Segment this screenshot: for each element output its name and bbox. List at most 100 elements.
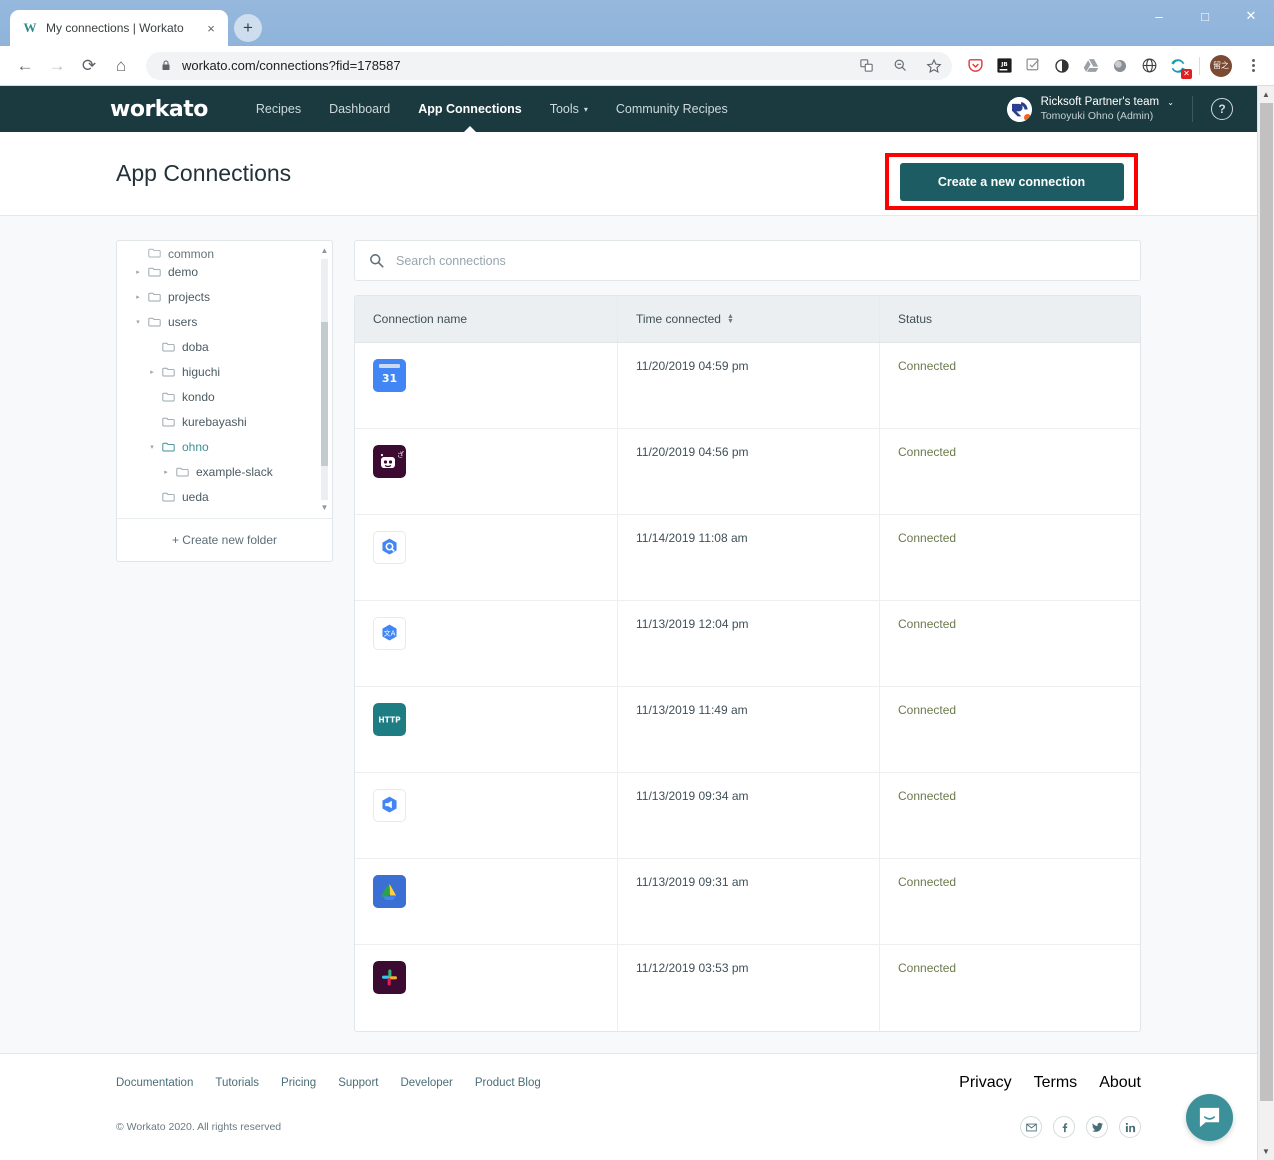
cell-time-connected: 11/13/2019 11:49 am — [617, 687, 879, 772]
nav-item-app-connections[interactable]: App Connections — [404, 86, 535, 132]
sync-icon[interactable]: ✕ — [1165, 53, 1192, 79]
new-tab-button[interactable]: + — [234, 14, 262, 42]
tree-scroll-track[interactable] — [321, 259, 328, 500]
nav-item-dashboard[interactable]: Dashboard — [315, 86, 404, 132]
twitter-icon[interactable] — [1086, 1116, 1108, 1138]
reload-icon[interactable]: ⟳ — [74, 51, 104, 81]
intercom-chat-button[interactable] — [1186, 1094, 1233, 1141]
contrast-icon[interactable] — [1049, 53, 1075, 79]
back-icon[interactable]: ← — [10, 51, 40, 81]
tree-item-kurebayashi[interactable]: kurebayashi — [117, 409, 318, 434]
column-header-time-connected[interactable]: Time connected ▲ ▼ — [617, 296, 879, 342]
column-header-status[interactable]: Status — [879, 296, 1140, 342]
translate-icon[interactable] — [854, 54, 878, 78]
tree-item-demo[interactable]: ▸ demo — [117, 259, 318, 284]
folder-icon — [159, 391, 177, 402]
scroll-up-icon[interactable]: ▲ — [321, 245, 329, 257]
table-row[interactable]: ざ 11/20/2019 04:56 pm Connected — [355, 429, 1140, 515]
nav-item-community-recipes[interactable]: Community Recipes — [602, 86, 742, 132]
tree-expand-icon[interactable]: ▸ — [145, 368, 159, 376]
tree-item-higuchi[interactable]: ▸ higuchi — [117, 359, 318, 384]
nav-item-tools[interactable]: Tools ▾ — [536, 86, 602, 132]
search-connections-box[interactable] — [354, 240, 1141, 281]
profile-avatar[interactable]: 留之 — [1208, 53, 1234, 79]
account-text: Ricksoft Partner's team ⌄ Tomoyuki Ohno … — [1041, 95, 1174, 123]
address-bar[interactable]: workato.com/connections?fid=178587 — [146, 51, 952, 80]
tree-item-ueda[interactable]: ueda — [117, 484, 318, 509]
tree-expand-icon[interactable]: ▸ — [131, 268, 145, 276]
chevron-down-icon: ▾ — [583, 104, 588, 114]
minimize-icon[interactable]: – — [1136, 0, 1182, 32]
footer-link-product-blog[interactable]: Product Blog — [475, 1077, 541, 1089]
tree-collapse-icon[interactable]: ▾ — [131, 318, 145, 326]
home-icon[interactable]: ⌂ — [106, 51, 136, 81]
search-input[interactable] — [396, 253, 1126, 268]
table-row[interactable]: 31 11/20/2019 04:59 pm Connected — [355, 343, 1140, 429]
linkedin-icon[interactable] — [1119, 1116, 1141, 1138]
facebook-icon[interactable] — [1053, 1116, 1075, 1138]
checklist-icon[interactable] — [1020, 53, 1046, 79]
tree-item-ohno[interactable]: ▾ ohno — [117, 434, 318, 459]
pocket-icon[interactable] — [962, 53, 988, 79]
circle-icon[interactable] — [1107, 53, 1133, 79]
footer-link-about[interactable]: About — [1099, 1074, 1141, 1092]
table-row[interactable]: 11/13/2019 09:31 am Connected — [355, 859, 1140, 945]
create-new-folder-button[interactable]: + Create new folder — [117, 518, 332, 561]
tree-item-common[interactable]: common — [117, 247, 318, 259]
scroll-down-icon[interactable]: ▼ — [1257, 1143, 1274, 1160]
footer-link-tutorials[interactable]: Tutorials — [215, 1077, 259, 1089]
window-controls: – □ ✕ — [1136, 0, 1274, 32]
table-row[interactable]: HTTP 11/13/2019 11:49 am Connected — [355, 687, 1140, 773]
tree-scrollbar[interactable]: ▲ ▼ — [319, 245, 330, 514]
table-row[interactable]: 11/14/2019 11:08 am Connected — [355, 515, 1140, 601]
scroll-down-icon[interactable]: ▼ — [321, 502, 329, 514]
table-row[interactable]: 文A 11/13/2019 12:04 pm Connected — [355, 601, 1140, 687]
email-icon[interactable] — [1020, 1116, 1042, 1138]
maximize-icon[interactable]: □ — [1182, 0, 1228, 32]
browser-tab[interactable]: W My connections | Workato × — [10, 10, 228, 46]
tree-expand-icon[interactable]: ▸ — [159, 468, 173, 476]
tree-expand-icon[interactable]: ▸ — [131, 293, 145, 301]
column-header-connection-name[interactable]: Connection name — [355, 312, 617, 326]
tree-item-kondo[interactable]: kondo — [117, 384, 318, 409]
sort-icon[interactable]: ▲ ▼ — [727, 313, 734, 325]
footer-link-privacy[interactable]: Privacy — [959, 1074, 1011, 1092]
tree-item-example-slack[interactable]: ▸ example-slack — [117, 459, 318, 484]
bookmark-star-icon[interactable] — [922, 54, 946, 78]
nav-item-recipes[interactable]: Recipes — [242, 86, 315, 132]
workato-logo[interactable]: workato — [110, 97, 208, 122]
account-menu[interactable]: Ricksoft Partner's team ⌄ Tomoyuki Ohno … — [1006, 95, 1192, 123]
footer-links-row: Documentation Tutorials Pricing Support … — [116, 1074, 1141, 1092]
create-new-connection-button[interactable]: Create a new connection — [899, 162, 1124, 201]
zoom-out-icon[interactable] — [888, 54, 912, 78]
tree-item-doba[interactable]: doba — [117, 334, 318, 359]
scroll-up-icon[interactable]: ▲ — [1257, 86, 1274, 103]
scroll-thumb[interactable] — [1259, 103, 1273, 1102]
table-row[interactable]: 11/12/2019 03:53 pm Connected — [355, 945, 1140, 1031]
globe-icon[interactable] — [1136, 53, 1162, 79]
tree-item-label: projects — [168, 289, 211, 304]
tree-item-label: kondo — [182, 389, 215, 404]
close-window-icon[interactable]: ✕ — [1228, 0, 1274, 32]
tab-strip: W My connections | Workato × + — [0, 10, 262, 46]
footer-link-documentation[interactable]: Documentation — [116, 1077, 193, 1089]
close-tab-icon[interactable]: × — [202, 19, 220, 37]
footer-link-terms[interactable]: Terms — [1034, 1074, 1078, 1092]
help-icon[interactable]: ? — [1211, 98, 1233, 120]
footer-link-support[interactable]: Support — [338, 1077, 378, 1089]
tree-collapse-icon[interactable]: ▾ — [145, 443, 159, 451]
google-drive-icon[interactable] — [1078, 53, 1104, 79]
slack-icon — [373, 961, 406, 994]
team-name: Ricksoft Partner's team ⌄ — [1040, 96, 1174, 109]
jetbrains-icon[interactable]: JB — [991, 53, 1017, 79]
forward-icon[interactable]: → — [42, 51, 72, 81]
table-row[interactable]: 11/13/2019 09:34 am Connected — [355, 773, 1140, 859]
tree-scroll-thumb[interactable] — [321, 321, 328, 467]
browser-menu-icon[interactable] — [1240, 53, 1266, 79]
tree-item-projects[interactable]: ▸ projects — [117, 284, 318, 309]
tree-item-users[interactable]: ▾ users — [117, 309, 318, 334]
footer-link-pricing[interactable]: Pricing — [281, 1077, 316, 1089]
scroll-track[interactable] — [1257, 103, 1274, 1143]
footer-link-developer[interactable]: Developer — [400, 1077, 452, 1089]
page-scrollbar[interactable]: ▲ ▼ — [1257, 86, 1274, 1160]
